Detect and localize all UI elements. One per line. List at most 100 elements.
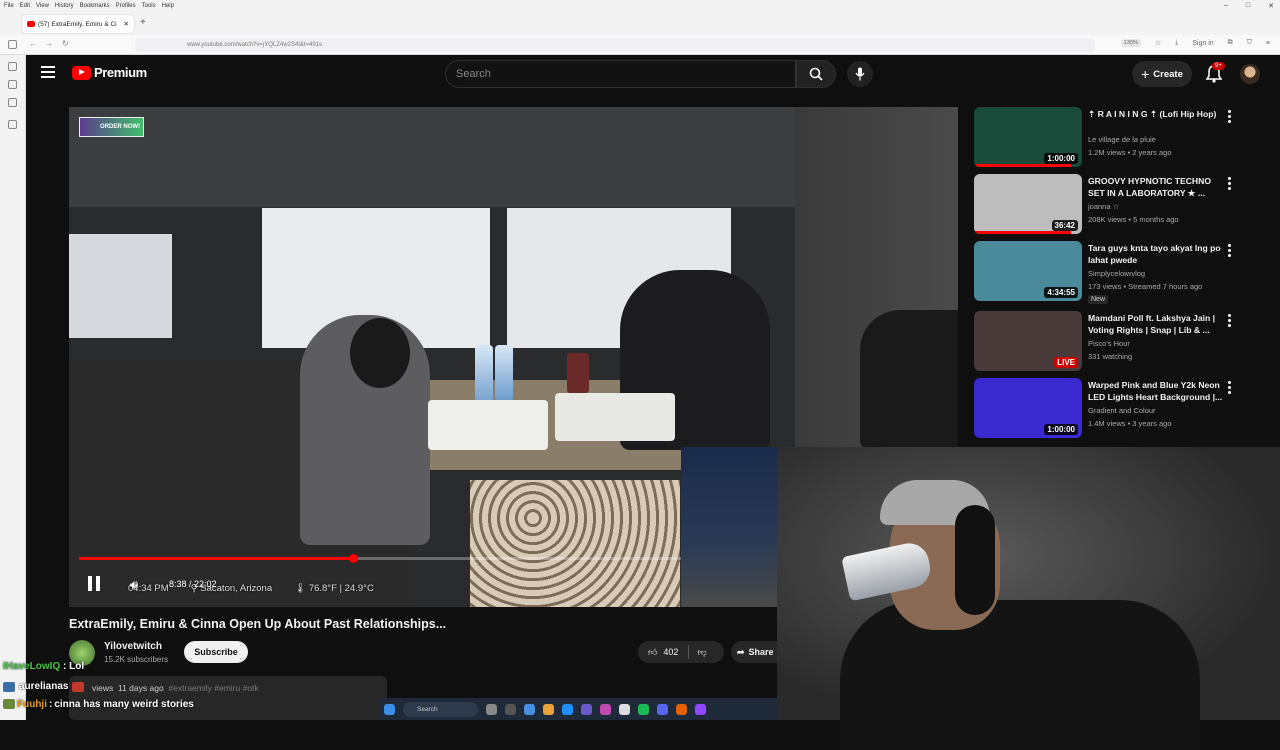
- description-hashtags[interactable]: #extraemily #emiru #otk: [168, 683, 258, 693]
- video-time-display: 8:38 / 22:02: [169, 579, 217, 589]
- sidebar-settings-icon[interactable]: [8, 120, 17, 129]
- video-thumbnail[interactable]: LIVE: [974, 311, 1082, 371]
- minimize-icon[interactable]: –: [1224, 2, 1228, 9]
- volume-icon[interactable]: 🔊︎: [130, 577, 138, 593]
- video-frame-food-box: [428, 400, 548, 450]
- more-options-icon[interactable]: [1228, 244, 1232, 257]
- search-button[interactable]: [796, 60, 836, 88]
- share-label: Share: [748, 647, 774, 657]
- recommended-channel-name[interactable]: Le village de la pluie: [1088, 135, 1156, 144]
- video-thumbnail[interactable]: 4:34:55: [974, 241, 1082, 301]
- menu-edit[interactable]: Edit: [20, 3, 30, 9]
- search-input[interactable]: Search: [445, 60, 796, 88]
- extensions-icon[interactable]: ⧉: [1228, 39, 1233, 47]
- recommended-video-title[interactable]: Warped Pink and Blue Y2k Neon LED Lights…: [1088, 379, 1228, 403]
- description-views: views: [92, 683, 114, 693]
- account-avatar[interactable]: [1240, 64, 1260, 84]
- windows-start-icon[interactable]: [384, 703, 395, 715]
- chat-separator: :: [63, 661, 67, 672]
- youtube-logo[interactable]: Premium: [72, 65, 147, 80]
- taskbar-app-icon[interactable]: [638, 703, 649, 715]
- dislike-button[interactable]: 👎︎: [689, 647, 714, 658]
- back-icon[interactable]: ←: [29, 39, 37, 48]
- close-window-icon[interactable]: ✕: [1268, 2, 1274, 10]
- subscriber-count: 15.2K subscribers: [104, 655, 169, 664]
- more-options-icon[interactable]: [1228, 110, 1232, 123]
- recommended-channel-name[interactable]: Simplyceloiwvlog: [1088, 269, 1145, 278]
- bookmark-star-icon[interactable]: ☆: [1155, 39, 1161, 47]
- recommended-video[interactable]: 1:00:00 Warped Pink and Blue Y2k Neon LED…: [974, 378, 1274, 440]
- chat-username: Fuuhji: [17, 699, 47, 710]
- recommended-channel-name[interactable]: Gradient and Colour: [1088, 406, 1156, 415]
- menu-view[interactable]: View: [36, 3, 49, 9]
- forward-icon[interactable]: →: [45, 39, 53, 48]
- recommended-video[interactable]: LIVE Mamdani Poll ft. Lakshya Jain | Voti…: [974, 311, 1274, 373]
- recommended-channel-name[interactable]: Pisco's Hour: [1088, 339, 1130, 348]
- menu-file[interactable]: File: [4, 3, 14, 9]
- taskbar-app-icon[interactable]: [562, 703, 573, 715]
- watched-progress-bar: [974, 231, 1072, 234]
- zoom-level[interactable]: 130%: [1120, 39, 1141, 47]
- new-tab-icon[interactable]: +: [140, 17, 146, 28]
- like-dislike-group: 👍︎ 402 👎︎: [638, 641, 724, 663]
- taskbar-app-icon[interactable]: [676, 703, 687, 715]
- taskbar-app-icon[interactable]: [543, 703, 554, 715]
- video-thumbnail[interactable]: 1:00:00: [974, 107, 1082, 167]
- menu-profiles[interactable]: Profiles: [116, 3, 136, 9]
- sidebar-toggle-icon[interactable]: [8, 40, 17, 49]
- video-thumbnail[interactable]: 1:00:00: [974, 378, 1082, 438]
- chat-username: aurelianas: [19, 681, 69, 692]
- recommended-video[interactable]: 1:00:00 ⇡ R A I N I N G ⇡ (Lofi Hip Hop) L…: [974, 107, 1274, 169]
- tab-close-icon[interactable]: ✕: [124, 20, 129, 28]
- channel-name[interactable]: Yilovetwitch: [104, 641, 162, 652]
- recommended-channel-name[interactable]: joanna ☆: [1088, 202, 1119, 211]
- recommended-video[interactable]: 36:42 GROOVY HYPNOTIC TECHNO SET IN A LAB…: [974, 174, 1274, 236]
- video-thumbnail[interactable]: 36:42: [974, 174, 1082, 234]
- taskbar-app-icon[interactable]: [695, 703, 706, 715]
- more-options-icon[interactable]: [1228, 177, 1232, 190]
- menu-tools[interactable]: Tools: [142, 3, 156, 9]
- recommended-video-title[interactable]: Mamdani Poll ft. Lakshya Jain | Voting R…: [1088, 312, 1228, 336]
- shield-icon[interactable]: ⛉: [1247, 39, 1252, 47]
- downloads-icon[interactable]: ⤓: [1175, 39, 1178, 47]
- browser-tab-youtube[interactable]: (57) ExtraEmily, Emiru & Ci ✕: [22, 15, 134, 33]
- taskbar-app-icon[interactable]: [581, 703, 592, 715]
- browser-right-tools: 130% ☆ ⤓ Sign in ⧉ ⛉ ≡: [1120, 39, 1270, 47]
- taskbar-app-icon[interactable]: [486, 703, 497, 715]
- pause-button[interactable]: [88, 576, 102, 592]
- reload-icon[interactable]: ↻: [62, 39, 69, 48]
- taskbar-search[interactable]: Search: [403, 701, 478, 717]
- taskbar-app-icon[interactable]: [619, 703, 630, 715]
- voice-search-button[interactable]: [847, 61, 873, 87]
- recommended-video-title[interactable]: ⇡ R A I N I N G ⇡ (Lofi Hip Hop): [1088, 108, 1228, 120]
- more-options-icon[interactable]: [1228, 314, 1232, 327]
- search-placeholder: Search: [456, 68, 491, 80]
- video-scrubber-handle[interactable]: [349, 554, 358, 563]
- taskbar-app-icon[interactable]: [505, 703, 516, 715]
- overlay-temp-text: 76.8°F | 24.9°C: [308, 583, 374, 594]
- sponsor-badge-text: ORDER NOW!: [100, 124, 140, 130]
- menu-history[interactable]: History: [55, 3, 74, 9]
- address-bar[interactable]: www.youtube.com/watch?v=jYQLZ4w2S4I&t=49…: [135, 38, 1095, 52]
- sign-in-link[interactable]: Sign in: [1192, 40, 1213, 47]
- taskbar-app-icon[interactable]: [657, 703, 668, 715]
- subscribe-button[interactable]: Subscribe: [184, 641, 248, 663]
- menu-help[interactable]: Help: [162, 3, 174, 9]
- recommended-video-title[interactable]: Tara guys knta tayo akyat lng po lahat p…: [1088, 242, 1228, 266]
- menu-icon[interactable]: ≡: [1266, 40, 1270, 47]
- recommended-video-title[interactable]: GROOVY HYPNOTIC TECHNO SET IN A LABORATO…: [1088, 175, 1228, 199]
- taskbar-app-icon[interactable]: [600, 703, 611, 715]
- create-button[interactable]: + Create: [1132, 61, 1192, 87]
- sidebar-ai-icon[interactable]: [8, 62, 17, 71]
- recommended-video-meta: 331 watching: [1088, 352, 1133, 361]
- hamburger-menu-icon[interactable]: [41, 66, 55, 80]
- sidebar-bookmarks-icon[interactable]: [8, 98, 17, 107]
- thumbs-up-icon: 👍︎: [648, 646, 658, 657]
- taskbar-app-icon[interactable]: [524, 703, 535, 715]
- like-button[interactable]: 👍︎ 402: [638, 645, 690, 659]
- recommended-video[interactable]: 4:34:55 Tara guys knta tayo akyat lng po …: [974, 241, 1274, 304]
- more-options-icon[interactable]: [1228, 381, 1232, 394]
- sidebar-history-icon[interactable]: [8, 80, 17, 89]
- maximize-icon[interactable]: □: [1246, 2, 1250, 9]
- menu-bookmarks[interactable]: Bookmarks: [80, 3, 110, 9]
